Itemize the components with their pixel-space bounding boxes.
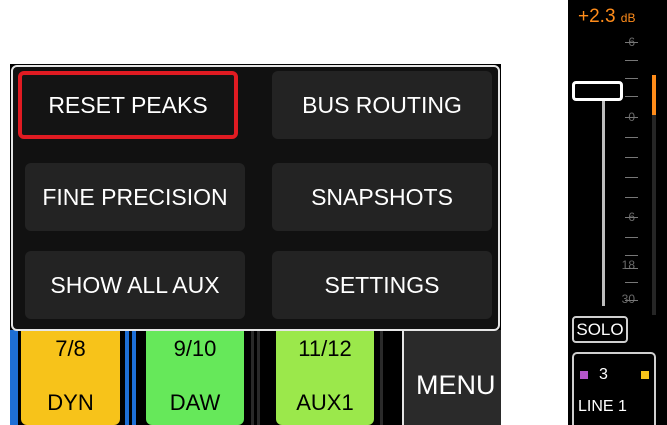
reset-peaks-label: RESET PEAKS	[48, 91, 208, 118]
level-meter	[251, 330, 254, 425]
level-meter	[10, 330, 18, 425]
channel-name: AUX1	[296, 390, 354, 415]
settings-button[interactable]: SETTINGS	[272, 251, 492, 319]
channel-number: 7/8	[55, 336, 86, 361]
solo-label: SOLO	[576, 319, 624, 339]
scale-tick	[625, 217, 638, 218]
channel-select-button[interactable]: 3 LINE 1	[572, 352, 656, 425]
channel-name: DAW	[169, 390, 221, 415]
channel-number: 11/12	[298, 336, 352, 361]
channel-name: DYN	[47, 390, 94, 415]
scale-tick	[625, 300, 638, 301]
solo-button[interactable]: SOLO	[572, 316, 628, 343]
bus-routing-label: BUS ROUTING	[302, 91, 462, 118]
channel-name: LINE 1	[578, 398, 627, 415]
scale-label: 18	[621, 258, 635, 272]
level-meter	[652, 75, 656, 115]
snapshots-button[interactable]: SNAPSHOTS	[272, 163, 492, 231]
scale-tick	[625, 96, 638, 97]
channel-button-11-12[interactable]: 11/12 AUX1	[276, 330, 374, 425]
reset-peaks-button[interactable]: RESET PEAKS	[18, 71, 238, 139]
gain-value: +2.3	[578, 6, 616, 27]
scale-tick	[625, 177, 638, 178]
fine-precision-label: FINE PRECISION	[42, 183, 228, 210]
left-marker	[580, 371, 588, 379]
level-meter	[380, 330, 383, 425]
fader-track	[602, 96, 605, 306]
scale-tick	[625, 117, 638, 118]
channel-button-9-10[interactable]: 9/10 DAW	[146, 330, 244, 425]
menu-popup: RESET PEAKS BUS ROUTING FINE PRECISION S…	[11, 65, 500, 331]
bus-routing-button[interactable]: BUS ROUTING	[272, 71, 492, 139]
fine-precision-button[interactable]: FINE PRECISION	[25, 163, 245, 231]
scale-tick	[625, 197, 638, 198]
level-meter-background	[652, 115, 656, 315]
scale-label: 30	[621, 292, 635, 306]
channel-number: 3	[599, 366, 608, 383]
scale-tick	[625, 268, 638, 269]
scale-tick	[625, 237, 638, 238]
channel-number: 9/10	[173, 336, 217, 361]
show-all-aux-label: SHOW ALL AUX	[50, 271, 220, 298]
show-all-aux-button[interactable]: SHOW ALL AUX	[25, 251, 245, 319]
scale-tick	[625, 137, 638, 138]
channel-button-7-8[interactable]: 7/8 DYN	[21, 330, 120, 425]
menu-label: MENU	[416, 370, 496, 400]
scale-tick	[625, 60, 638, 61]
level-meter	[132, 330, 136, 425]
level-meter	[125, 330, 129, 425]
level-meter	[257, 330, 260, 425]
gain-unit: dB	[620, 11, 636, 25]
scale-tick	[625, 282, 638, 283]
fader-handle[interactable]	[572, 81, 623, 101]
scale-tick	[625, 255, 638, 256]
channel-strip: +2.3 dB 6 0 6 18 30 SOLO 3 LINE 1	[568, 0, 667, 425]
right-marker	[641, 371, 649, 379]
scale-tick	[625, 157, 638, 158]
gain-readout: +2.3 dB	[578, 6, 635, 28]
menu-button[interactable]: MENU	[402, 330, 501, 425]
scale-tick	[625, 78, 638, 79]
scale-tick	[625, 42, 638, 43]
settings-label: SETTINGS	[324, 271, 440, 298]
snapshots-label: SNAPSHOTS	[311, 183, 453, 210]
